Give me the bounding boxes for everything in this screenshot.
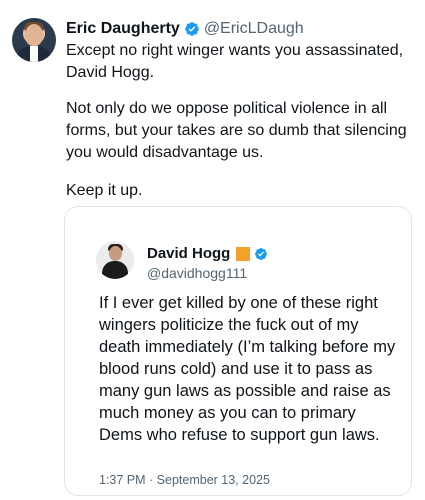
verified-badge-icon <box>184 22 199 36</box>
tweet-paragraph: Except no right winger wants you assassi… <box>66 42 404 81</box>
author-name[interactable]: Eric Daugherty <box>66 20 180 38</box>
quoted-tweet-text: If I ever get killed by one of these rig… <box>99 294 396 444</box>
quoted-author-handle[interactable]: @davidhogg111 <box>147 265 247 281</box>
tweet-paragraph: Not only do we oppose political violence… <box>66 100 407 161</box>
author-avatar[interactable] <box>12 18 56 62</box>
quoted-author-name[interactable]: David Hogg <box>147 245 230 262</box>
quoted-author-avatar[interactable] <box>96 241 134 279</box>
tweet: Eric Daugherty @EricLDaugh Except no rig… <box>0 0 425 500</box>
quoted-timestamp[interactable]: 1:37 PM · September 13, 2025 <box>99 473 270 487</box>
author-handle[interactable]: @EricLDaugh <box>204 20 304 38</box>
quoted-tweet-card[interactable]: David Hogg @davidhogg111 If I ever get k… <box>64 206 412 496</box>
tweet-paragraph: Keep it up. <box>66 182 143 199</box>
orange-square-icon <box>236 246 251 261</box>
quoted-header: David Hogg <box>147 245 268 262</box>
verified-badge-icon <box>255 247 268 260</box>
tweet-header: Eric Daugherty @EricLDaugh <box>66 18 304 40</box>
